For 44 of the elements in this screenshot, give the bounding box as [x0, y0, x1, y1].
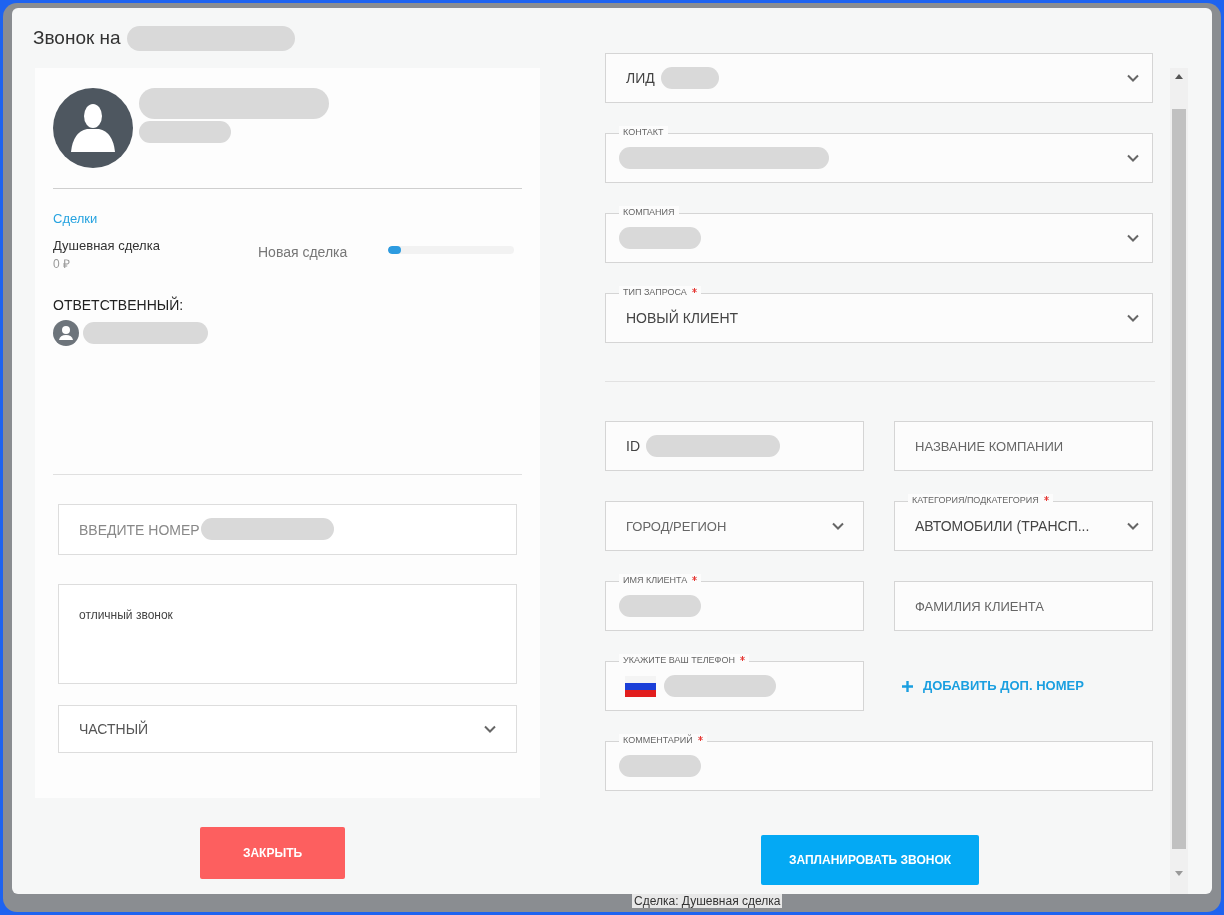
- scroll-down-arrow-icon: [1175, 871, 1183, 876]
- scroll-up-arrow-icon: [1175, 74, 1183, 79]
- note-field[interactable]: отличный звонок: [58, 584, 517, 684]
- field-value: ID: [626, 436, 640, 456]
- field-label: ИМЯ КЛИЕНТА: [619, 574, 702, 586]
- dialog-title: Звонок на: [33, 25, 121, 50]
- field-value: НОВЫЙ КЛИЕНТ: [626, 308, 739, 328]
- select-field[interactable]: ГОРОД/РЕГИОН: [605, 501, 864, 551]
- user-icon: [53, 320, 79, 346]
- chevron-down-icon: [1127, 154, 1139, 162]
- client-type-select[interactable]: ЧАСТНЫЙ: [58, 705, 517, 753]
- responsible-label: ОТВЕТСТВЕННЫЙ:: [53, 295, 185, 315]
- chevron-down-icon: [832, 522, 844, 530]
- chevron-down-icon: [1127, 522, 1139, 530]
- field-value: ЛИД: [626, 68, 655, 88]
- avatar-silhouette-icon: [53, 88, 133, 168]
- deal-name: Душевная сделка: [53, 236, 161, 255]
- flag-icon: [625, 675, 656, 697]
- input-field[interactable]: НАЗВАНИЕ КОМПАНИИ: [894, 421, 1153, 471]
- field-label: КОММЕНТАРИЙ: [619, 734, 707, 746]
- deal-stage: Новая сделка: [258, 242, 349, 262]
- field-value: АВТОМОБИЛИ (ТРАНСП...: [915, 516, 1090, 536]
- select-field[interactable]: ЛИД: [605, 53, 1153, 103]
- chevron-down-icon: [1127, 234, 1139, 242]
- plus-icon: [902, 680, 913, 692]
- chevron-down-icon: [1127, 74, 1139, 82]
- deal-amount: 0 ₽: [53, 256, 71, 273]
- background-deal-text: Сделка: Душевная сделка: [632, 894, 783, 908]
- phone-field[interactable]: [605, 661, 864, 711]
- chevron-down-icon: [1127, 314, 1139, 322]
- input-field[interactable]: [605, 741, 1153, 791]
- chevron-down-icon: [484, 725, 496, 733]
- field-label: УКАЖИТЕ ВАШ ТЕЛЕФОН: [619, 654, 749, 666]
- note-text: отличный звонок: [79, 608, 173, 622]
- field-label: КОНТАКТ: [619, 126, 668, 138]
- scrollbar[interactable]: [1170, 68, 1188, 894]
- select-field[interactable]: [605, 213, 1153, 263]
- field-label: ТИП ЗАПРОСА: [619, 286, 701, 298]
- input-field[interactable]: ID: [605, 421, 864, 471]
- field-label: КОМПАНИЯ: [619, 206, 679, 218]
- field-label: КАТЕГОРИЯ/ПОДКАТЕГОРИЯ: [908, 494, 1053, 506]
- input-field[interactable]: [605, 581, 864, 631]
- input-field[interactable]: ФАМИЛИЯ КЛИЕНТА: [894, 581, 1153, 631]
- select-field[interactable]: [605, 133, 1153, 183]
